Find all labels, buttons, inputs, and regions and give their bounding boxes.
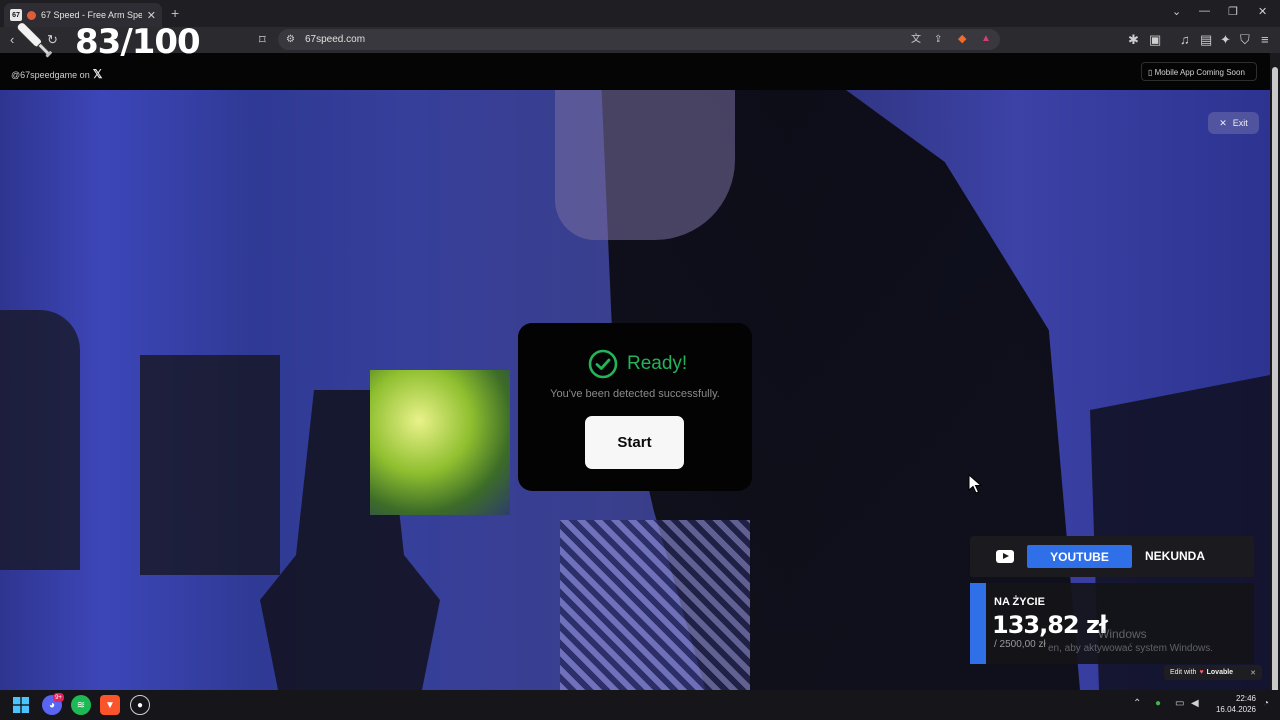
maximize-button[interactable]: ❐	[1228, 5, 1238, 18]
mobile-app-notice: ▯ Mobile App Coming Soon	[1141, 62, 1257, 81]
check-circle-icon	[588, 349, 618, 379]
screen: 67 67 Speed - Free Arm Speed C ✕ + ⌄ — ❐…	[0, 0, 1280, 720]
microphone-icon[interactable]: ●	[1155, 698, 1161, 709]
url-text: 67speed.com	[305, 34, 366, 45]
person-reflection	[0, 310, 80, 570]
lovable-close-icon[interactable]: ✕	[1250, 669, 1256, 677]
sidebar-icon[interactable]: ▣	[1149, 32, 1161, 48]
close-icon: ✕	[1219, 117, 1227, 128]
detection-message: You've been detected successfully.	[550, 388, 720, 400]
translate-icon[interactable]: 文	[911, 32, 921, 48]
social-handle-text: @67speedgame on	[11, 70, 90, 80]
vpn-shield-icon[interactable]: ⛉	[1240, 32, 1250, 48]
lovable-brand: Lovable	[1206, 669, 1234, 676]
windows-activation-text: en, aby aktywować system Windows.	[1048, 643, 1214, 654]
app-icon[interactable]: ●	[130, 695, 150, 715]
goal-target: / 2500,00 zł	[994, 639, 1046, 650]
bed	[560, 520, 750, 690]
discord-badge: 9+	[53, 693, 64, 702]
ready-header: Ready!	[588, 349, 687, 379]
ready-dialog: Ready! You've been detected successfully…	[518, 323, 752, 491]
youtube-icon	[996, 550, 1014, 563]
clock-date: 16.04.2026	[1215, 705, 1256, 714]
youtube-tab[interactable]: YOUTUBE	[1027, 545, 1132, 568]
lovable-prefix: Edit with	[1170, 669, 1197, 676]
bookmark-icon[interactable]: ⌑	[259, 32, 266, 48]
notifications-icon[interactable]: ◔	[1263, 698, 1269, 709]
nekunda-tab[interactable]: NEKUNDA	[1145, 549, 1205, 563]
score-counter: 83/100	[75, 22, 201, 62]
tab-search-icon[interactable]: ⌄	[1172, 5, 1181, 18]
tray-overflow-icon[interactable]: ⌃	[1133, 698, 1141, 709]
wallet-icon[interactable]: ▤	[1200, 32, 1212, 48]
start-button[interactable]: Start	[585, 416, 684, 469]
clock-time: 22:46	[1235, 694, 1256, 703]
brave-shields-icon[interactable]: ◆	[958, 31, 966, 47]
bat-icon	[16, 22, 52, 58]
page-scrollbar[interactable]	[1270, 53, 1280, 697]
network-icon[interactable]: ▭	[1175, 698, 1184, 709]
stream-platform-bar: YOUTUBE NEKUNDA	[970, 536, 1254, 577]
goal-amount: 133,82 zł	[992, 611, 1108, 639]
spotify-icon[interactable]: ≋	[71, 695, 91, 715]
extensions-icon[interactable]: ✱	[1128, 32, 1139, 48]
window-close-button[interactable]: ✕	[1258, 5, 1267, 18]
lovable-heart-icon: ♥	[1199, 669, 1204, 676]
ready-title: Ready!	[627, 353, 688, 374]
minimize-button[interactable]: —	[1199, 5, 1210, 17]
windows-start-icon[interactable]	[13, 697, 29, 713]
hanging-clothes	[140, 355, 280, 575]
exit-label: Exit	[1232, 118, 1248, 128]
system-clock[interactable]: 22:46 16.04.2026	[1208, 693, 1256, 715]
brave-rewards-icon[interactable]: ▲	[981, 31, 991, 47]
volume-icon[interactable]: ◀	[1191, 698, 1199, 709]
exit-button[interactable]: ✕ Exit	[1208, 112, 1259, 134]
new-tab-button[interactable]: +	[171, 5, 179, 21]
windows-activation-title: Windows	[1098, 627, 1147, 641]
social-handle[interactable]: @67speedgame on 𝕏	[11, 67, 102, 81]
media-icon[interactable]: ♫	[1180, 32, 1190, 48]
x-logo-icon: 𝕏	[92, 67, 103, 81]
goal-accent-bar	[970, 583, 986, 664]
menu-icon[interactable]: ≡	[1261, 32, 1269, 48]
address-bar[interactable]: ⚙ 67speed.com 文 ⇪ ◆ ▲	[278, 29, 1000, 50]
tab-close-icon[interactable]: ✕	[147, 9, 156, 22]
windows-taskbar: ◕ 9+ ≋ ▼ ● ⌃ ● ▭ ◀ 22:46 16.04.2026 ◔	[0, 690, 1280, 720]
site-settings-icon[interactable]: ⚙	[286, 32, 295, 48]
scrollbar-thumb[interactable]	[1272, 67, 1278, 697]
mobile-app-notice-text: Mobile App Coming Soon	[1154, 68, 1245, 77]
leo-ai-icon[interactable]: ✦	[1220, 32, 1231, 48]
edit-with-lovable-badge[interactable]: Edit with ♥ Lovable ✕	[1164, 665, 1262, 680]
goal-label: NA ŻYCIE	[994, 596, 1045, 608]
aquarium	[370, 370, 510, 515]
person-face	[555, 90, 735, 240]
mouse-cursor-icon	[968, 474, 983, 494]
share-icon[interactable]: ⇪	[934, 32, 942, 48]
brave-browser-icon[interactable]: ▼	[100, 695, 120, 715]
